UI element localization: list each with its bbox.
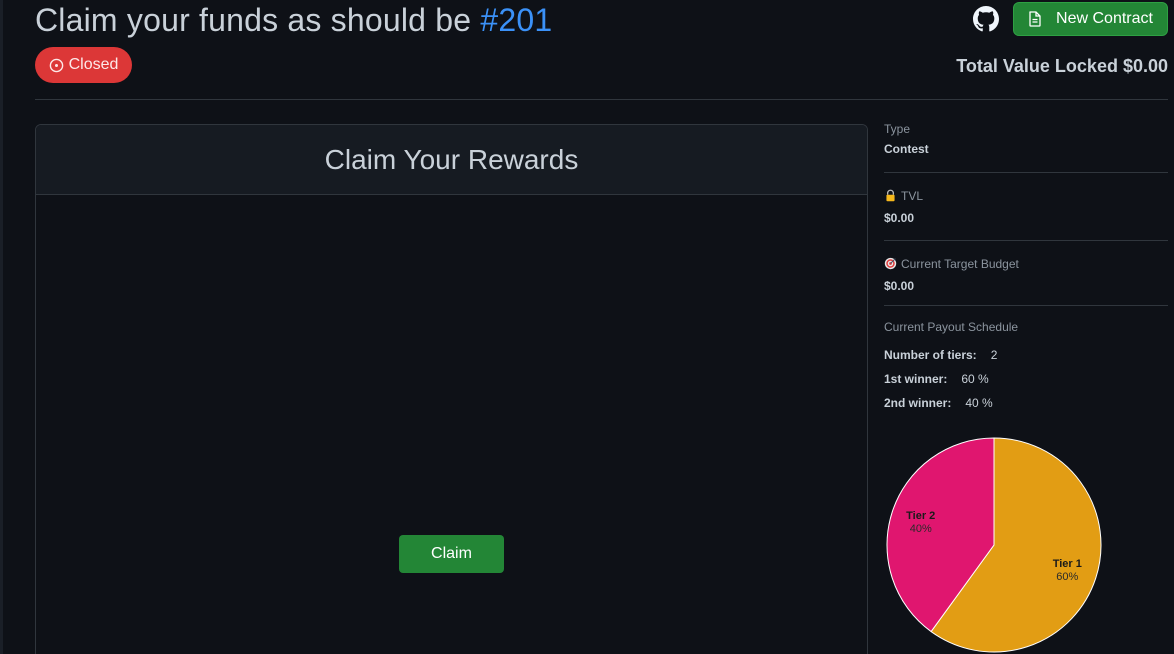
first-winner: 1st winner: 60 %: [884, 372, 989, 386]
sidebar-divider: [884, 240, 1168, 241]
header-divider: [35, 99, 1168, 100]
new-contract-label: New Contract: [1056, 10, 1153, 27]
page-title-text: Claim your funds as should be: [35, 2, 472, 38]
pie-label: Tier 2: [906, 510, 935, 522]
issue-number-link[interactable]: #201: [480, 2, 552, 38]
first-winner-value: 60 %: [961, 372, 989, 386]
number-of-tiers-label: Number of tiers:: [884, 348, 977, 362]
pie-label: Tier 1: [1053, 558, 1082, 570]
second-winner: 2nd winner: 40 %: [884, 396, 993, 410]
page-edge: [0, 0, 3, 654]
new-contract-button[interactable]: New Contract: [1013, 2, 1168, 36]
github-icon[interactable]: [973, 6, 999, 32]
claim-button[interactable]: Claim: [399, 535, 504, 573]
second-winner-value: 40 %: [965, 396, 993, 410]
status-badge: Closed: [35, 47, 132, 83]
payout-pie-chart: Tier 160% Tier 240%: [886, 437, 1102, 653]
total-value-locked: Total Value Locked $0.00: [956, 56, 1168, 76]
claim-card: Claim Your Rewards Claim: [35, 124, 868, 654]
payout-schedule-label: Current Payout Schedule: [884, 320, 1019, 334]
type-value: Contest: [884, 142, 929, 156]
lock-icon: [886, 189, 895, 202]
document-icon: [1029, 11, 1041, 27]
tvl-label: TVL: [901, 189, 924, 203]
claim-card-title: Claim Your Rewards: [36, 125, 867, 195]
sidebar-divider: [884, 305, 1168, 306]
tvl-value: $0.00: [884, 211, 915, 225]
sidebar-divider: [884, 172, 1168, 173]
target-icon: [884, 257, 897, 270]
pie-value-label: 60%: [1056, 571, 1078, 583]
status-label: Closed: [68, 56, 119, 73]
type-label: Type: [884, 122, 911, 136]
page-title: Claim your funds as should be #201: [35, 2, 552, 39]
first-winner-label: 1st winner:: [884, 372, 948, 386]
circle-dot-icon: [49, 58, 63, 72]
target-budget-value: $0.00: [884, 279, 915, 293]
pie-value-label: 40%: [910, 523, 932, 535]
number-of-tiers-value: 2: [990, 348, 998, 362]
target-budget-label: Current Target Budget: [901, 257, 1019, 271]
second-winner-label: 2nd winner:: [884, 396, 952, 410]
number-of-tiers: Number of tiers: 2: [884, 348, 997, 362]
